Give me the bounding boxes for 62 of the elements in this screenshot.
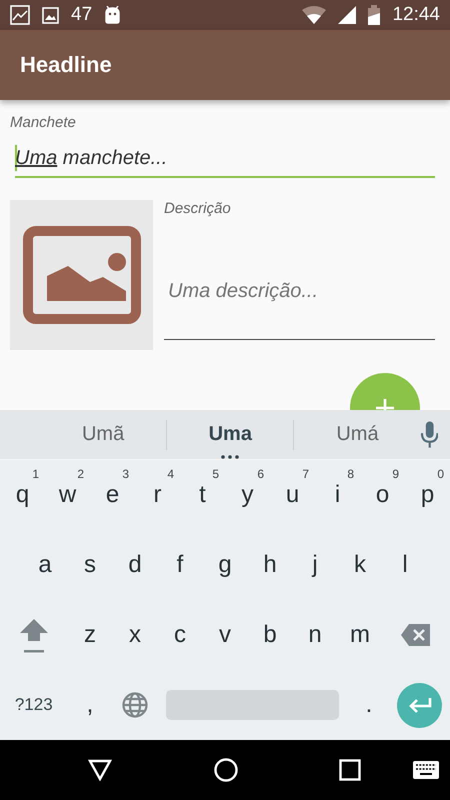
signal-icon [338, 6, 356, 24]
key[interactable]: m [338, 605, 382, 665]
key[interactable]: r 4 [135, 465, 180, 525]
key-hint: 3 [122, 467, 129, 481]
key[interactable]: e 3 [90, 465, 135, 525]
key-hint: 7 [302, 467, 309, 481]
key[interactable]: z [68, 605, 112, 665]
clock: 12:44 [392, 4, 440, 26]
key[interactable]: a [22, 535, 68, 595]
key[interactable]: i 8 [315, 465, 360, 525]
microphone-icon[interactable] [420, 420, 438, 448]
suggestion[interactable]: Umá [294, 414, 421, 454]
key-hint: 5 [212, 467, 219, 481]
image-icon [42, 6, 59, 24]
key[interactable]: b [248, 605, 292, 665]
picture-icon [10, 5, 30, 25]
key-hint: 1 [32, 467, 39, 481]
description-field[interactable]: Uma descrição... [164, 244, 435, 340]
enter-key[interactable] [397, 682, 442, 728]
key[interactable]: w 2 [45, 465, 90, 525]
globe-icon [122, 692, 148, 718]
key[interactable]: y 6 [225, 465, 270, 525]
wifi-icon [302, 6, 326, 24]
home-button[interactable] [214, 758, 238, 782]
key[interactable]: x [112, 605, 158, 665]
key[interactable]: h [248, 535, 292, 595]
key[interactable]: j [292, 535, 338, 595]
key[interactable]: k [338, 535, 382, 595]
key[interactable]: g [202, 535, 248, 595]
key[interactable]: l [382, 535, 428, 595]
key[interactable]: c [158, 605, 202, 665]
key[interactable]: s [68, 535, 112, 595]
key[interactable]: v [202, 605, 248, 665]
back-button[interactable] [88, 759, 112, 781]
battery-icon [368, 5, 380, 25]
android-icon [104, 6, 122, 24]
suggestion[interactable]: Umã [40, 414, 166, 454]
enter-icon [408, 697, 432, 713]
key[interactable]: d [112, 535, 158, 595]
notification-count: 47 [71, 4, 92, 26]
key[interactable]: o 9 [360, 465, 405, 525]
key-hint: 6 [257, 467, 264, 481]
key[interactable]: . [346, 675, 392, 735]
key-hint: 4 [167, 467, 174, 481]
field-label: Descrição [164, 200, 232, 217]
field-label: Manchete [10, 114, 76, 131]
key[interactable]: t 5 [180, 465, 225, 525]
key[interactable]: n [292, 605, 338, 665]
key-hint: 9 [392, 467, 399, 481]
key-hint: 2 [77, 467, 84, 481]
app-title: Headline [20, 52, 112, 78]
key[interactable]: , [68, 675, 112, 735]
key[interactable]: f [158, 535, 202, 595]
key[interactable]: p 0 [405, 465, 450, 525]
symbols-key[interactable]: ?123 [0, 675, 68, 735]
recents-button[interactable] [339, 759, 361, 781]
key[interactable]: q 1 [0, 465, 45, 525]
key-hint: 8 [347, 467, 354, 481]
key[interactable]: u 7 [270, 465, 315, 525]
backspace-icon [401, 623, 432, 647]
keyboard-button[interactable] [413, 759, 439, 781]
key-hint: 0 [437, 467, 444, 481]
